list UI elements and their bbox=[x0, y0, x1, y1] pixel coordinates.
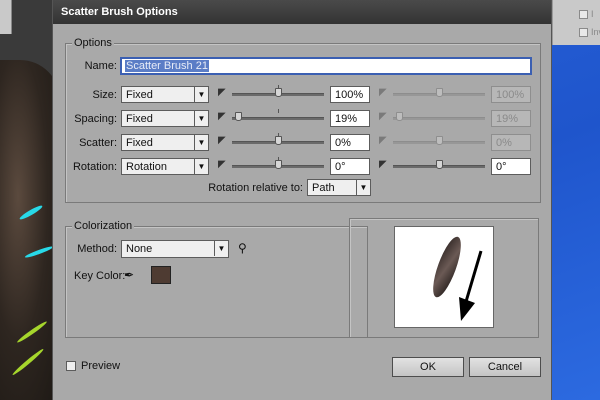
row-method-select[interactable]: Rotation ▼ bbox=[121, 158, 209, 175]
name-label: Name: bbox=[84, 60, 117, 72]
slider-min-icon: ◤ bbox=[218, 111, 226, 122]
row-method-select[interactable]: Fixed ▼ bbox=[121, 86, 209, 103]
primary-slider-thumb[interactable] bbox=[275, 88, 282, 97]
slider-min-icon: ◤ bbox=[218, 135, 226, 146]
colorization-group-title: Colorization bbox=[72, 220, 135, 232]
brush-preview-image bbox=[394, 226, 494, 328]
eyedropper-icon[interactable]: ✒ bbox=[124, 268, 134, 282]
method-label: Method: bbox=[77, 243, 117, 255]
left-panel-strip bbox=[0, 0, 12, 34]
background-checkbox-2[interactable] bbox=[579, 28, 588, 37]
primary-slider-track[interactable] bbox=[232, 117, 324, 120]
secondary-slider-thumb bbox=[436, 88, 443, 97]
key-color-swatch[interactable] bbox=[151, 266, 171, 284]
secondary-slider-thumb bbox=[396, 112, 403, 121]
secondary-slider-track bbox=[393, 117, 485, 120]
secondary-value-field: 100% bbox=[491, 86, 531, 103]
cancel-button[interactable]: Cancel bbox=[469, 357, 541, 377]
background-checkbox-1[interactable] bbox=[579, 10, 588, 19]
primary-value-field[interactable]: 19% bbox=[330, 110, 370, 127]
scatter-brush-options-dialog: Scatter Brush Options Options Name: Scat… bbox=[52, 0, 552, 400]
chevron-down-icon: ▼ bbox=[194, 111, 208, 126]
chevron-down-icon: ▼ bbox=[194, 87, 208, 102]
secondary-slider-thumb[interactable] bbox=[436, 160, 443, 169]
options-group-title: Options bbox=[72, 37, 114, 49]
slider-min-icon: ◤ bbox=[379, 159, 387, 170]
slider-center-tick bbox=[278, 109, 279, 113]
name-input-value: Scatter Brush 21 bbox=[125, 60, 209, 72]
chevron-down-icon: ▼ bbox=[194, 159, 208, 174]
chevron-down-icon: ▼ bbox=[194, 135, 208, 150]
secondary-value-field[interactable]: 0° bbox=[491, 158, 531, 175]
row-method-value: Fixed bbox=[126, 113, 153, 125]
rotation-relative-label: Rotation relative to: bbox=[208, 182, 303, 194]
primary-slider-thumb[interactable] bbox=[235, 112, 242, 121]
dialog-title: Scatter Brush Options bbox=[53, 0, 551, 24]
secondary-value-field: 0% bbox=[491, 134, 531, 151]
primary-slider-thumb[interactable] bbox=[275, 136, 282, 145]
row-method-value: Fixed bbox=[126, 89, 153, 101]
row-method-value: Rotation bbox=[126, 161, 167, 173]
secondary-value-field: 19% bbox=[491, 110, 531, 127]
slider-min-icon: ◤ bbox=[379, 87, 387, 98]
slider-min-icon: ◤ bbox=[379, 135, 387, 146]
lightbulb-icon[interactable]: ⚲ bbox=[238, 241, 247, 255]
ok-button[interactable]: OK bbox=[392, 357, 464, 377]
primary-value-field[interactable]: 0% bbox=[330, 134, 370, 151]
primary-value-field[interactable]: 0° bbox=[330, 158, 370, 175]
secondary-slider-thumb bbox=[436, 136, 443, 145]
bird-artwork bbox=[0, 60, 60, 400]
primary-slider-thumb[interactable] bbox=[275, 160, 282, 169]
row-method-value: Fixed bbox=[126, 137, 153, 149]
slider-min-icon: ◤ bbox=[218, 87, 226, 98]
rotation-relative-select[interactable]: Path ▼ bbox=[307, 179, 371, 196]
background-item-1: I bbox=[591, 9, 594, 19]
row-method-select[interactable]: Fixed ▼ bbox=[121, 110, 209, 127]
row-label: Size: bbox=[92, 89, 117, 101]
preview-checkbox[interactable] bbox=[66, 361, 76, 371]
background-item-2: Inv bbox=[591, 27, 600, 37]
primary-value-field[interactable]: 100% bbox=[330, 86, 370, 103]
colorization-method-select[interactable]: None ▼ bbox=[121, 240, 229, 258]
row-label: Rotation: bbox=[72, 161, 117, 173]
chevron-down-icon: ▼ bbox=[214, 241, 228, 256]
chevron-down-icon: ▼ bbox=[356, 180, 370, 195]
preview-label: Preview bbox=[81, 360, 121, 372]
row-method-select[interactable]: Fixed ▼ bbox=[121, 134, 209, 151]
name-input[interactable]: Scatter Brush 21 bbox=[120, 57, 532, 75]
colorization-method-value: None bbox=[126, 243, 153, 255]
background-options-panel: I Inv bbox=[552, 0, 600, 45]
slider-min-icon: ◤ bbox=[218, 159, 226, 170]
row-label: Spacing: bbox=[74, 113, 117, 125]
key-color-label: Key Color: bbox=[74, 270, 126, 282]
rotation-relative-value: Path bbox=[312, 182, 335, 194]
row-label: Scatter: bbox=[79, 137, 117, 149]
slider-min-icon: ◤ bbox=[379, 111, 387, 122]
